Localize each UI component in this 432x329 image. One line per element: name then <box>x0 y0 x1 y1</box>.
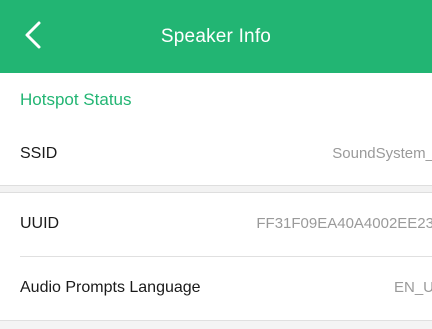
bottom-separator <box>0 321 432 329</box>
audio-prompts-language-row[interactable]: Audio Prompts Language EN_U <box>0 257 432 319</box>
back-button[interactable] <box>22 20 46 50</box>
uuid-value: FF31F09EA40A4002EE23 <box>256 215 432 232</box>
section-title-hotspot-status: Hotspot Status <box>20 90 132 109</box>
section-separator <box>0 185 432 193</box>
ssid-label: SSID <box>20 145 58 162</box>
uuid-label: UUID <box>20 215 60 232</box>
ssid-value: SoundSystem_ <box>332 145 432 162</box>
audio-prompts-language-value: EN_U <box>393 279 432 296</box>
top-bar: Speaker Info <box>0 0 432 73</box>
chevron-left-icon <box>25 21 41 49</box>
audio-prompts-language-label: Audio Prompts Language <box>20 279 201 296</box>
page-title: Speaker Info <box>160 26 272 47</box>
uuid-row: UUID FF31F09EA40A4002EE23 <box>0 193 432 255</box>
ssid-row: SSID SoundSystem_ <box>0 123 432 185</box>
